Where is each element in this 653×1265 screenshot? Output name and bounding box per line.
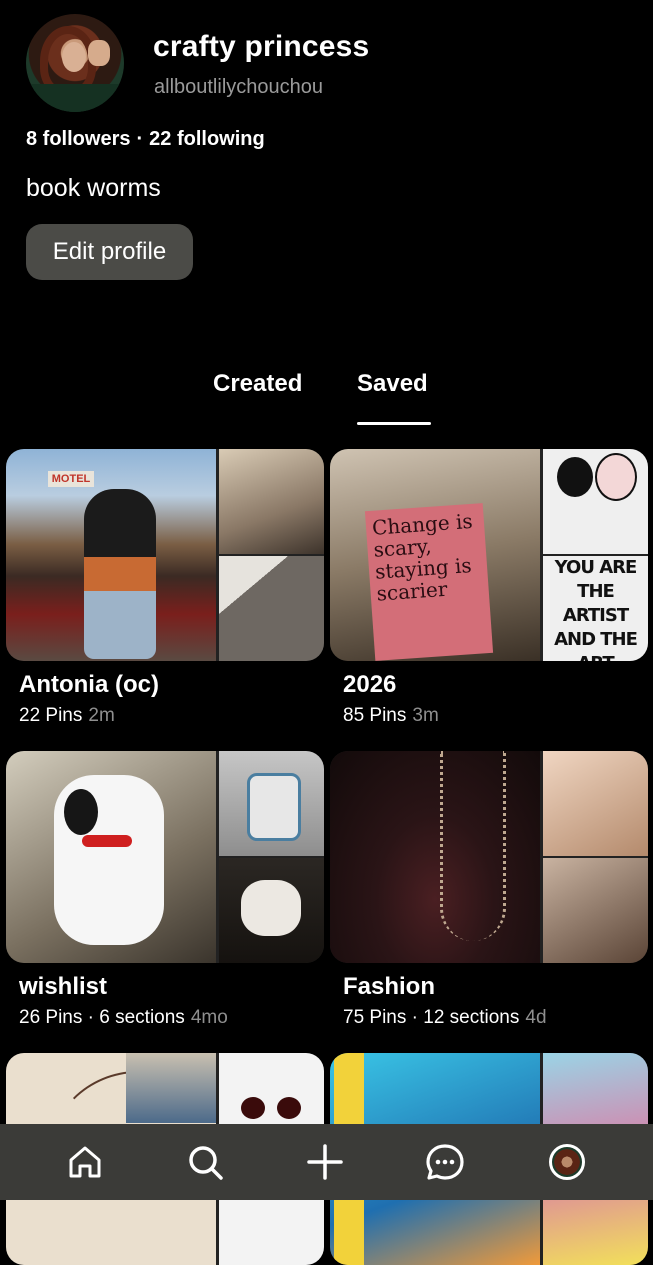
mask-eye xyxy=(241,1097,265,1119)
board-thumb-image xyxy=(219,858,324,963)
profile-avatar-icon xyxy=(549,1144,585,1180)
edit-profile-button[interactable]: Edit profile xyxy=(26,224,193,280)
profile-avatar[interactable] xyxy=(26,14,124,112)
board-card[interactable]: MOTEL Antonia (oc) 22 Pins 2m xyxy=(6,449,324,727)
board-collage xyxy=(6,751,324,963)
tab-saved[interactable]: Saved xyxy=(357,370,428,398)
board-meta: 26 Pins · 6 sections 4mo xyxy=(19,1007,324,1029)
board-cover-image xyxy=(330,751,540,963)
board-card[interactable]: Change is scary, staying is scarier YOU … xyxy=(330,449,648,727)
profile-handle: allboutlilychouchou xyxy=(154,76,324,98)
board-thumb-image xyxy=(543,858,648,963)
chat-icon[interactable] xyxy=(423,1140,467,1184)
board-pin-count: 22 Pins xyxy=(19,705,83,726)
following-count[interactable]: 22 following xyxy=(149,128,265,150)
board-pin-count: 85 Pins xyxy=(343,705,407,726)
board-title: 2026 xyxy=(343,671,397,698)
followers-count[interactable]: 8 followers xyxy=(26,128,130,150)
board-thumb-image xyxy=(543,449,648,554)
profile-name: crafty princess xyxy=(153,30,370,63)
poster-text: Change is scary, staying is scarier xyxy=(364,503,494,661)
board-thumb-image xyxy=(219,751,324,856)
cover-figure xyxy=(84,489,156,659)
avatar-hand xyxy=(88,40,110,66)
follow-stats: 8 followers · 22 following xyxy=(26,128,265,151)
board-pin-count: 26 Pins · 6 sections xyxy=(19,1007,185,1028)
tab-created[interactable]: Created xyxy=(213,370,302,398)
board-collage: MOTEL xyxy=(6,449,324,661)
board-age: 4mo xyxy=(190,1007,228,1028)
board-cover-image xyxy=(6,751,216,963)
avatar-face xyxy=(62,42,86,72)
board-title: Antonia (oc) xyxy=(19,671,159,698)
snoopy-ear xyxy=(64,789,98,835)
motel-sign: MOTEL xyxy=(48,471,94,487)
board-card[interactable]: wishlist 26 Pins · 6 sections 4mo xyxy=(6,751,324,1029)
board-thumb-image xyxy=(543,751,648,856)
board-card[interactable]: Fashion 75 Pins · 12 sections 4d xyxy=(330,751,648,1029)
board-age: 4d xyxy=(525,1007,547,1028)
mug-object xyxy=(241,880,301,936)
board-meta: 22 Pins 2m xyxy=(19,705,324,727)
active-tab-indicator xyxy=(357,422,431,425)
board-thumb-image xyxy=(219,556,324,661)
board-pin-count: 75 Pins · 12 sections xyxy=(343,1007,520,1028)
board-title: wishlist xyxy=(19,973,108,1000)
board-meta: 75 Pins · 12 sections 4d xyxy=(343,1007,648,1029)
profile-bio: book worms xyxy=(26,174,161,202)
add-icon[interactable] xyxy=(303,1140,347,1184)
search-icon[interactable] xyxy=(183,1140,227,1184)
comic-face-right xyxy=(595,453,637,501)
home-icon[interactable] xyxy=(63,1140,107,1184)
board-thumb-image xyxy=(126,1053,216,1123)
board-collage: Change is scary, staying is scarier YOU … xyxy=(330,449,648,661)
board-cover-image: Change is scary, staying is scarier xyxy=(330,449,540,661)
board-collage xyxy=(330,751,648,963)
board-title: Fashion xyxy=(343,973,436,1000)
bottom-nav xyxy=(0,1124,653,1200)
camera-object xyxy=(247,773,301,841)
mask-eye xyxy=(277,1097,301,1119)
profile-tabs: Created Saved xyxy=(0,370,653,430)
necklace-chain xyxy=(440,751,506,941)
poster-caption: YOU ARE THE ARTIST AND THE ART xyxy=(554,557,638,661)
board-thumb-image xyxy=(219,449,324,554)
comic-face-left xyxy=(557,457,593,497)
snoopy-collar xyxy=(82,835,132,847)
board-cover-image: MOTEL xyxy=(6,449,216,661)
board-meta: 85 Pins 3m xyxy=(343,705,648,727)
stats-separator: · xyxy=(136,128,144,150)
profile-nav-button[interactable] xyxy=(545,1140,589,1184)
board-age: 3m xyxy=(412,705,439,726)
avatar-shirt xyxy=(26,84,124,112)
board-age: 2m xyxy=(88,705,115,726)
board-thumb-image: YOU ARE THE ARTIST AND THE ART xyxy=(543,556,648,661)
